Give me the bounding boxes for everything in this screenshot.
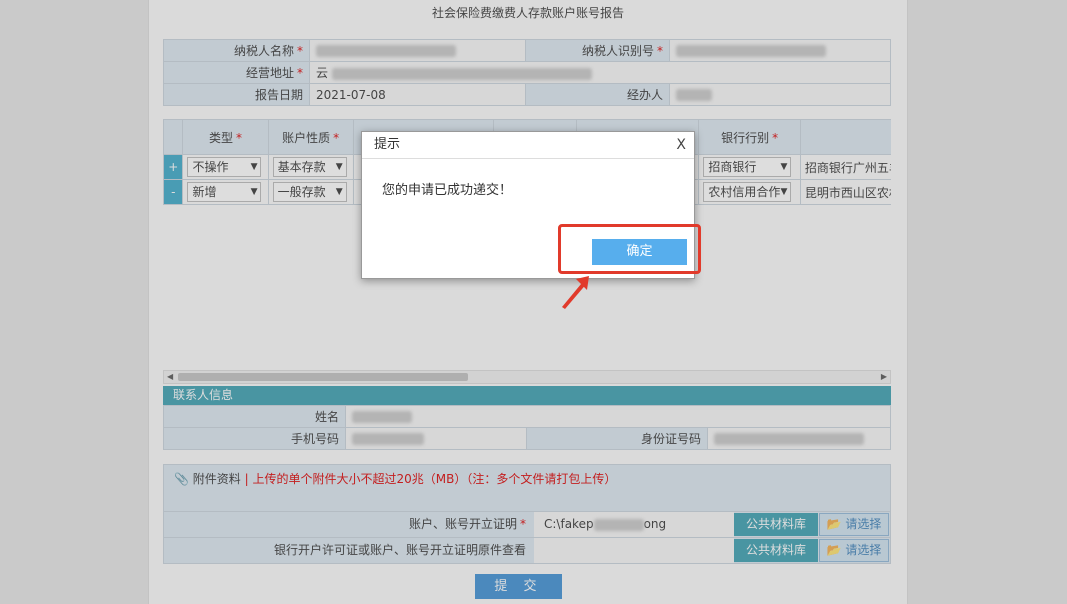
pointer-arrow-icon bbox=[562, 276, 589, 309]
highlight-box bbox=[558, 224, 701, 274]
dialog-header: 提示 X bbox=[362, 132, 694, 159]
dialog-message: 您的申请已成功递交！ bbox=[382, 183, 513, 198]
modal-overlay bbox=[0, 0, 1067, 604]
close-icon[interactable]: X bbox=[676, 132, 686, 158]
dialog-title: 提示 bbox=[374, 137, 401, 152]
